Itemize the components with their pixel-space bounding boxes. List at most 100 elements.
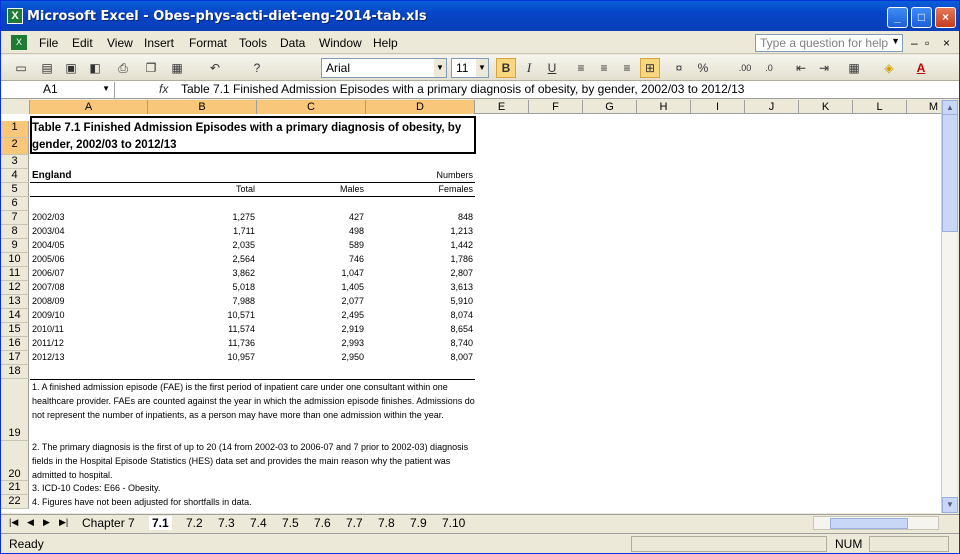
column-header[interactable]: L xyxy=(853,100,907,114)
sheet-tab[interactable]: 7.4 xyxy=(247,516,270,530)
copy-icon[interactable]: ❐ xyxy=(141,58,161,78)
females-cell[interactable]: 2,807 xyxy=(369,268,473,278)
open-icon[interactable]: ▤ xyxy=(37,58,57,78)
help-question-box[interactable]: Type a question for help ▼ xyxy=(755,34,903,52)
year-cell[interactable]: 2007/08 xyxy=(32,282,132,292)
first-sheet-icon[interactable]: |◀ xyxy=(9,517,18,528)
font-name-select[interactable]: Arial ▼ xyxy=(321,58,447,78)
name-box[interactable]: A1 ▼ xyxy=(5,82,115,98)
sheet-tab[interactable]: 7.7 xyxy=(343,516,366,530)
last-sheet-icon[interactable]: ▶| xyxy=(59,517,68,528)
column-header[interactable]: G xyxy=(583,100,637,114)
row-header[interactable]: 22 xyxy=(1,495,29,509)
row-header[interactable]: 14 xyxy=(1,309,29,323)
help-icon[interactable]: ? xyxy=(247,58,267,78)
bold-button[interactable]: B xyxy=(496,58,516,78)
excel-app-icon[interactable]: X xyxy=(7,8,23,24)
row-header[interactable]: 7 xyxy=(1,211,29,225)
align-left-icon[interactable]: ≡ xyxy=(571,58,591,78)
row-header[interactable]: 12 xyxy=(1,281,29,295)
paste-icon[interactable]: ▦ xyxy=(167,58,187,78)
sheet-tab[interactable]: 7.10 xyxy=(439,516,468,530)
row-header[interactable]: 1 xyxy=(1,121,29,138)
sheet-tab-active[interactable]: 7.1 xyxy=(149,516,172,530)
row-header[interactable]: 18 xyxy=(1,365,29,379)
merge-center-icon[interactable]: ⊞ xyxy=(640,58,660,78)
column-header[interactable]: F xyxy=(529,100,583,114)
font-size-select[interactable]: 11 ▼ xyxy=(451,58,489,78)
total-cell[interactable]: 1,711 xyxy=(151,226,255,236)
total-cell[interactable]: 11,736 xyxy=(151,338,255,348)
undo-icon[interactable]: ↶ xyxy=(205,58,225,78)
females-cell[interactable]: 3,613 xyxy=(369,282,473,292)
females-cell[interactable]: 8,740 xyxy=(369,338,473,348)
females-cell[interactable]: 8,074 xyxy=(369,310,473,320)
total-cell[interactable]: 3,862 xyxy=(151,268,255,278)
chevron-down-icon[interactable]: ▼ xyxy=(434,59,446,77)
menu-format[interactable]: Format xyxy=(189,36,227,50)
column-header[interactable]: M xyxy=(907,100,941,114)
minimize-button[interactable]: _ xyxy=(887,7,908,28)
females-cell[interactable]: 848 xyxy=(369,212,473,222)
row-header[interactable]: 8 xyxy=(1,225,29,239)
males-cell[interactable]: 2,919 xyxy=(260,324,364,334)
select-all-button[interactable] xyxy=(1,100,30,114)
total-cell[interactable]: 5,018 xyxy=(151,282,255,292)
italic-button[interactable]: I xyxy=(519,58,539,78)
permission-icon[interactable]: ◧ xyxy=(85,58,105,78)
males-cell[interactable]: 2,495 xyxy=(260,310,364,320)
year-cell[interactable]: 2006/07 xyxy=(32,268,132,278)
year-cell[interactable]: 2009/10 xyxy=(32,310,132,320)
align-right-icon[interactable]: ≡ xyxy=(617,58,637,78)
maximize-button[interactable]: □ xyxy=(911,7,932,28)
column-header[interactable]: H xyxy=(637,100,691,114)
sheet-tab[interactable]: 7.2 xyxy=(183,516,206,530)
total-cell[interactable]: 2,564 xyxy=(151,254,255,264)
males-cell[interactable]: 2,077 xyxy=(260,296,364,306)
scroll-thumb[interactable] xyxy=(942,114,958,232)
column-header[interactable]: E xyxy=(475,100,529,114)
total-cell[interactable]: 2,035 xyxy=(151,240,255,250)
workbook-restore-icon[interactable]: ▫ xyxy=(925,36,929,50)
row-header[interactable]: 19 xyxy=(1,379,29,441)
next-sheet-icon[interactable]: ▶ xyxy=(43,517,50,528)
column-header[interactable]: C xyxy=(257,100,366,114)
year-cell[interactable]: 2011/12 xyxy=(32,338,132,348)
workbook-close-icon[interactable]: × xyxy=(943,36,950,50)
total-cell[interactable]: 10,957 xyxy=(151,352,255,362)
total-cell[interactable]: 7,988 xyxy=(151,296,255,306)
insert-function-icon[interactable]: fx xyxy=(159,82,168,96)
row-header[interactable]: 6 xyxy=(1,197,29,211)
workbook-icon[interactable]: X xyxy=(11,35,27,50)
column-header[interactable]: D xyxy=(366,100,475,114)
column-header[interactable]: A xyxy=(30,100,148,114)
scroll-down-icon[interactable]: ▼ xyxy=(942,497,958,513)
fill-color-icon[interactable]: ◈ xyxy=(879,58,899,78)
row-header[interactable]: 20 xyxy=(1,441,29,481)
year-cell[interactable]: 2003/04 xyxy=(32,226,132,236)
males-cell[interactable]: 498 xyxy=(260,226,364,236)
row-header[interactable]: 3 xyxy=(1,155,29,169)
chevron-down-icon[interactable]: ▼ xyxy=(476,59,488,77)
scroll-thumb[interactable] xyxy=(830,518,908,529)
females-cell[interactable]: 1,786 xyxy=(369,254,473,264)
menu-insert[interactable]: Insert xyxy=(144,36,174,50)
formula-input[interactable]: Table 7.1 Finished Admission Episodes wi… xyxy=(181,82,744,96)
males-cell[interactable]: 1,047 xyxy=(260,268,364,278)
workbook-minimize-icon[interactable]: – xyxy=(911,36,918,50)
align-center-icon[interactable]: ≡ xyxy=(594,58,614,78)
underline-button[interactable]: U xyxy=(542,58,562,78)
row-header[interactable]: 5 xyxy=(1,183,29,197)
year-cell[interactable]: 2002/03 xyxy=(32,212,132,222)
menu-window[interactable]: Window xyxy=(319,36,362,50)
column-header[interactable]: I xyxy=(691,100,745,114)
menu-help[interactable]: Help xyxy=(373,36,398,50)
sheet-tab[interactable]: 7.5 xyxy=(279,516,302,530)
borders-icon[interactable]: ▦ xyxy=(844,58,864,78)
menu-file[interactable]: File xyxy=(39,36,58,50)
row-header[interactable]: 10 xyxy=(1,253,29,267)
menu-edit[interactable]: Edit xyxy=(72,36,93,50)
new-icon[interactable]: ▭ xyxy=(11,58,31,78)
row-header[interactable]: 13 xyxy=(1,295,29,309)
males-cell[interactable]: 2,950 xyxy=(260,352,364,362)
